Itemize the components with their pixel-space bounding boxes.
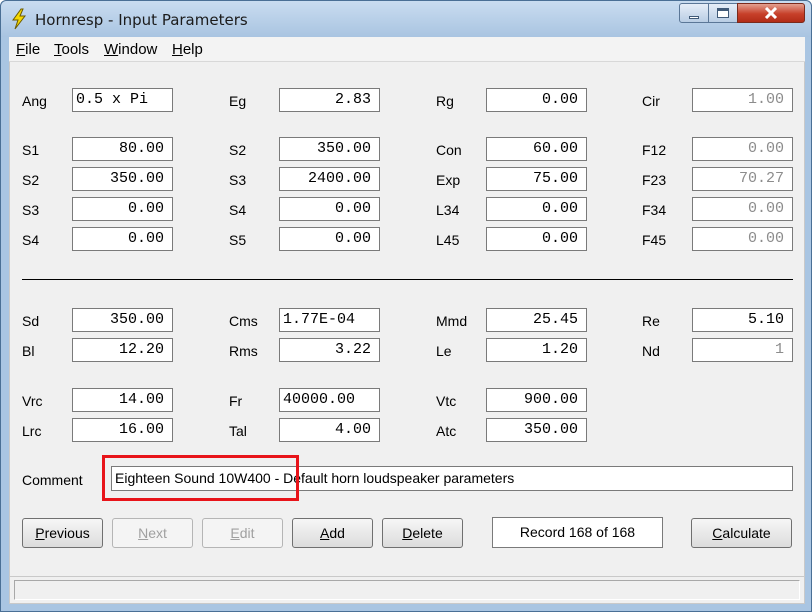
field-lrc[interactable]: 16.00 bbox=[72, 418, 173, 442]
label-s4-mouth: S4 bbox=[229, 202, 247, 218]
label-rms: Rms bbox=[229, 343, 258, 359]
label-vrc: Vrc bbox=[22, 393, 43, 409]
field-s4-mouth[interactable]: 0.00 bbox=[279, 197, 380, 221]
field-vrc[interactable]: 14.00 bbox=[72, 388, 173, 412]
minimize-button[interactable] bbox=[679, 3, 709, 23]
menu-tools[interactable]: Tools bbox=[54, 41, 89, 58]
field-s3[interactable]: 0.00 bbox=[72, 197, 173, 221]
label-f12: F12 bbox=[642, 142, 667, 158]
label-exp: Exp bbox=[436, 172, 461, 188]
delete-button[interactable]: Delete bbox=[382, 518, 463, 548]
field-f45: 0.00 bbox=[692, 227, 793, 251]
field-rms[interactable]: 3.22 bbox=[279, 338, 380, 362]
status-panel bbox=[14, 580, 800, 600]
label-tal: Tal bbox=[229, 423, 247, 439]
field-s2-throat[interactable]: 350.00 bbox=[279, 137, 380, 161]
field-nd[interactable]: 1 bbox=[692, 338, 793, 362]
highlight-box bbox=[102, 455, 299, 501]
label-re: Re bbox=[642, 313, 660, 329]
field-f12: 0.00 bbox=[692, 137, 793, 161]
field-atc[interactable]: 350.00 bbox=[486, 418, 587, 442]
label-comment: Comment bbox=[22, 472, 83, 488]
label-le: Le bbox=[436, 343, 452, 359]
label-nd: Nd bbox=[642, 343, 660, 359]
field-bl[interactable]: 12.20 bbox=[72, 338, 173, 362]
label-f34: F34 bbox=[642, 202, 667, 218]
label-s2-throat: S2 bbox=[229, 142, 247, 158]
menu-file[interactable]: File bbox=[16, 41, 40, 58]
field-f23: 70.27 bbox=[692, 167, 793, 191]
field-cir: 1.00 bbox=[692, 88, 793, 112]
label-cms: Cms bbox=[229, 313, 258, 329]
field-s4[interactable]: 0.00 bbox=[72, 227, 173, 251]
label-s1: S1 bbox=[22, 142, 40, 158]
close-icon bbox=[764, 7, 778, 19]
label-s2: S2 bbox=[22, 172, 40, 188]
label-fr: Fr bbox=[229, 393, 243, 409]
maximize-icon bbox=[717, 8, 729, 18]
record-indicator: Record 168 of 168 bbox=[492, 517, 663, 548]
field-l45[interactable]: 0.00 bbox=[486, 227, 587, 251]
status-bar bbox=[9, 576, 805, 604]
field-s3-mouth[interactable]: 2400.00 bbox=[279, 167, 380, 191]
field-s5[interactable]: 0.00 bbox=[279, 227, 380, 251]
label-cir: Cir bbox=[642, 93, 660, 109]
label-sd: Sd bbox=[22, 313, 40, 329]
edit-button[interactable]: Edit bbox=[202, 518, 283, 548]
label-rg: Rg bbox=[436, 93, 454, 109]
maximize-button[interactable] bbox=[708, 3, 738, 23]
title-bar[interactable]: Hornresp - Input Parameters bbox=[1, 1, 811, 37]
label-atc: Atc bbox=[436, 423, 457, 439]
close-button[interactable] bbox=[737, 3, 805, 23]
field-cms[interactable]: 1.77E-04 bbox=[279, 308, 380, 332]
label-f45: F45 bbox=[642, 232, 667, 248]
field-sd[interactable]: 350.00 bbox=[72, 308, 173, 332]
label-s5: S5 bbox=[229, 232, 247, 248]
field-vtc[interactable]: 900.00 bbox=[486, 388, 587, 412]
label-f23: F23 bbox=[642, 172, 667, 188]
section-divider bbox=[22, 279, 793, 280]
input-parameters-panel: Ang 0.5 x Pi Eg 2.83 Rg 0.00 Cir 1.00 S1… bbox=[9, 62, 805, 576]
field-f34: 0.00 bbox=[692, 197, 793, 221]
field-tal[interactable]: 4.00 bbox=[279, 418, 380, 442]
next-button[interactable]: Next bbox=[112, 518, 193, 548]
label-l34: L34 bbox=[436, 202, 460, 218]
label-vtc: Vtc bbox=[436, 393, 457, 409]
field-re[interactable]: 5.10 bbox=[692, 308, 793, 332]
field-s2[interactable]: 350.00 bbox=[72, 167, 173, 191]
field-mmd[interactable]: 25.45 bbox=[486, 308, 587, 332]
label-con: Con bbox=[436, 142, 462, 158]
label-s4: S4 bbox=[22, 232, 40, 248]
label-lrc: Lrc bbox=[22, 423, 42, 439]
menu-bar: File Tools Window Help bbox=[9, 37, 805, 62]
previous-button[interactable]: Previous bbox=[22, 518, 103, 548]
label-bl: Bl bbox=[22, 343, 35, 359]
label-mmd: Mmd bbox=[436, 313, 468, 329]
field-le[interactable]: 1.20 bbox=[486, 338, 587, 362]
add-button[interactable]: Add bbox=[292, 518, 373, 548]
label-l45: L45 bbox=[436, 232, 460, 248]
field-eg[interactable]: 2.83 bbox=[279, 88, 380, 112]
label-s3: S3 bbox=[22, 202, 40, 218]
calculate-button[interactable]: Calculate bbox=[691, 518, 792, 548]
field-ang[interactable]: 0.5 x Pi bbox=[72, 88, 173, 112]
label-ang: Ang bbox=[22, 93, 47, 109]
menu-window[interactable]: Window bbox=[104, 41, 157, 58]
window-title: Hornresp - Input Parameters bbox=[35, 11, 248, 29]
field-con[interactable]: 60.00 bbox=[486, 137, 587, 161]
menu-help[interactable]: Help bbox=[172, 41, 203, 58]
lightning-bolt-icon bbox=[12, 8, 27, 30]
label-eg: Eg bbox=[229, 93, 247, 109]
field-rg[interactable]: 0.00 bbox=[486, 88, 587, 112]
field-exp[interactable]: 75.00 bbox=[486, 167, 587, 191]
label-s3-mouth: S3 bbox=[229, 172, 247, 188]
app-window: Hornresp - Input Parameters File Tools W… bbox=[0, 0, 812, 612]
field-s1[interactable]: 80.00 bbox=[72, 137, 173, 161]
field-l34[interactable]: 0.00 bbox=[486, 197, 587, 221]
minimize-icon bbox=[689, 15, 699, 19]
field-fr[interactable]: 40000.00 bbox=[279, 388, 380, 412]
